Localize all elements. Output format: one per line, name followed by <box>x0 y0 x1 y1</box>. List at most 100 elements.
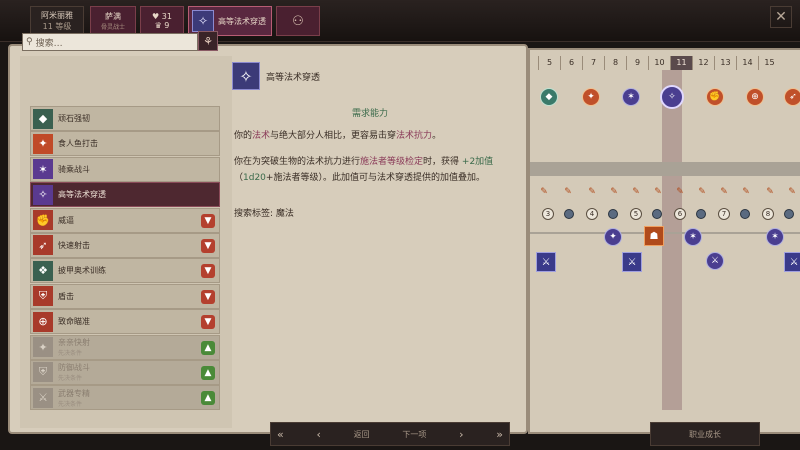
aim-icon: ⊕ <box>33 311 53 332</box>
level-9[interactable]: 9 <box>626 56 648 70</box>
list-item[interactable]: ✦ 食人鱼打击 <box>30 131 220 157</box>
tab-add[interactable]: ⚇ <box>276 6 320 36</box>
class-feature-square[interactable]: ⚔ <box>622 252 642 272</box>
feat-label: 武器专精 先决条件 <box>58 388 90 408</box>
feat-label-text: 防御战斗 <box>58 363 90 373</box>
feat-node[interactable]: ✊ <box>706 88 724 106</box>
feat-node[interactable]: ◆ <box>540 88 558 106</box>
feat-label: 快速射击 <box>58 240 90 250</box>
back-button[interactable]: 返回 <box>354 429 370 440</box>
list-item-locked[interactable]: ⛨ 防御战斗 先决条件 ▲ <box>30 359 220 385</box>
effect-paragraph: 你在为突破生物的法术抗力进行施法者等级检定时，获得 +2加值 （1d20+施法者等… <box>234 154 512 186</box>
feat-label: 食人鱼打击 <box>58 139 98 149</box>
level-header: 5 6 7 8 9 10 11 12 13 14 15 <box>538 56 780 70</box>
list-item[interactable]: ⊕ 致命瞄准 ▼ <box>30 309 220 335</box>
level-6[interactable]: 6 <box>560 56 582 70</box>
level-11[interactable]: 11 <box>670 56 692 70</box>
list-item[interactable]: ❖ 披甲奥术训练 ▼ <box>30 258 220 284</box>
thumbs-down-icon: ▼ <box>201 264 215 279</box>
class-feature-node[interactable]: ✶ <box>766 228 784 246</box>
level-5[interactable]: 5 <box>538 56 560 70</box>
filter-button[interactable]: ⚘ <box>198 31 218 51</box>
fist-icon: ✊ <box>33 210 53 231</box>
filter-icon: ⚘ <box>203 34 213 48</box>
caster-level-check-link[interactable]: 施法者等级检定 <box>360 157 423 167</box>
tab-class-sub: 骨灵战士 <box>100 24 125 31</box>
tab-class-label: 萨满 <box>105 12 121 21</box>
feat-node[interactable]: ✦ <box>582 88 600 106</box>
class-feature-node[interactable]: ✶ <box>684 228 702 246</box>
feat-label: 披甲奥术训练 <box>58 266 106 276</box>
tab-stats[interactable]: ♥ 31 ♛ 9 <box>140 6 184 36</box>
feat-node[interactable]: ⊕ <box>746 88 764 106</box>
first-page-icon[interactable]: « <box>277 428 284 441</box>
spell-icon: ✧ <box>192 10 214 32</box>
list-item[interactable]: ✶ 骑乘战斗 <box>30 156 220 182</box>
skill-point-icon: ✎ <box>632 187 640 197</box>
level-timeline: 5 6 7 8 9 10 11 12 13 14 15 ◆ ✦ ✶ ✧ ✊ ⊕ … <box>528 48 800 434</box>
ability-marker: 7 <box>718 208 730 220</box>
level-14[interactable]: 14 <box>736 56 758 70</box>
text: 时，获得 <box>423 157 462 167</box>
next-button[interactable]: 下一项 <box>402 429 426 440</box>
list-item[interactable]: ⛨ 盾击 ▼ <box>30 283 220 309</box>
search-input[interactable]: ⚲ 搜索… <box>22 33 198 51</box>
close-icon[interactable]: ✕ <box>770 6 792 28</box>
ability-marker: 4 <box>586 208 598 220</box>
class-feature-square[interactable]: ⚔ <box>784 252 800 272</box>
tab-feat-label: 高等法术穿透 <box>218 16 266 26</box>
search-icon: ⚲ <box>26 37 33 47</box>
spell-icon: ✧ <box>232 62 260 90</box>
spell-resistance-link[interactable]: 法术抗力 <box>396 131 432 141</box>
feat-label: 亲亲快射 先决条件 <box>58 337 90 357</box>
thumbs-up-icon: ▲ <box>201 365 215 380</box>
tab-class[interactable]: 萨满 骨灵战士 <box>90 6 136 36</box>
feat-label: 骑乘战斗 <box>58 164 90 174</box>
thumbs-up-icon: ▲ <box>201 391 215 406</box>
feat-label: 致命瞄准 <box>58 317 90 327</box>
list-item[interactable]: ◆ 顽石强韧 <box>30 106 220 131</box>
skill-point-icon: ✎ <box>698 187 706 197</box>
rock-icon: ◆ <box>33 108 53 129</box>
class-feature-node[interactable]: ✦ <box>604 228 622 246</box>
level-8[interactable]: 8 <box>604 56 626 70</box>
level-7[interactable]: 7 <box>582 56 604 70</box>
thumbs-down-icon: ▼ <box>201 213 215 228</box>
thumbs-up-icon: ▲ <box>201 340 215 355</box>
finish-button[interactable]: 职业成长 <box>650 422 760 446</box>
requirements-label: 需求能力 <box>351 109 388 119</box>
feat-node[interactable]: ✶ <box>622 88 640 106</box>
spell-link[interactable]: 法术 <box>252 131 270 141</box>
tab-stats-hp: ♥ 31 <box>152 12 172 21</box>
next-icon[interactable]: › <box>459 428 463 441</box>
feat-label: 盾击 <box>58 291 74 301</box>
current-feat-node[interactable]: ✧ <box>660 85 684 109</box>
skill-point-icon: ✎ <box>540 187 548 197</box>
class-feature-square[interactable]: ☗ <box>644 226 664 246</box>
class-feature-node[interactable]: ⚔ <box>706 252 724 270</box>
current-level-column <box>662 70 682 410</box>
last-page-icon[interactable]: » <box>496 428 503 441</box>
list-item-locked[interactable]: ⚔ 武器专精 先决条件 ▲ <box>30 385 220 411</box>
list-item-locked[interactable]: ✦ 亲亲快射 先决条件 ▲ <box>30 334 220 360</box>
bottom-nav: « ‹ 返回 下一项 › » <box>270 422 510 446</box>
thumbs-down-icon: ▼ <box>201 315 215 330</box>
tab-stats-sub: ♛ 9 <box>154 21 170 30</box>
list-item[interactable]: ➶ 快速射击 ▼ <box>30 232 220 258</box>
text: +施法者等级）。此加值可与法术穿透提供的加值叠加。 <box>265 173 485 183</box>
class-feature-square[interactable]: ⚔ <box>536 252 556 272</box>
text: 与绝大部分人相比，更容易击穿 <box>270 131 397 141</box>
skill-point-icon: ✎ <box>654 187 662 197</box>
skill-point-icon: ✎ <box>720 187 728 197</box>
character-tab[interactable]: 阿米丽雅 11 等级 <box>30 6 84 36</box>
prev-icon[interactable]: ‹ <box>316 428 320 441</box>
list-item[interactable]: ✊ 威逼 ▼ <box>30 207 220 233</box>
ability-marker: 8 <box>762 208 774 220</box>
level-13[interactable]: 13 <box>714 56 736 70</box>
level-10[interactable]: 10 <box>648 56 670 70</box>
feat-node[interactable]: ➶ <box>784 88 800 106</box>
detail-header: ✧ 高等法术穿透 <box>232 62 320 90</box>
level-15[interactable]: 15 <box>758 56 780 70</box>
list-item-selected[interactable]: ✧ 高等法术穿透 <box>30 182 220 208</box>
level-12[interactable]: 12 <box>692 56 714 70</box>
